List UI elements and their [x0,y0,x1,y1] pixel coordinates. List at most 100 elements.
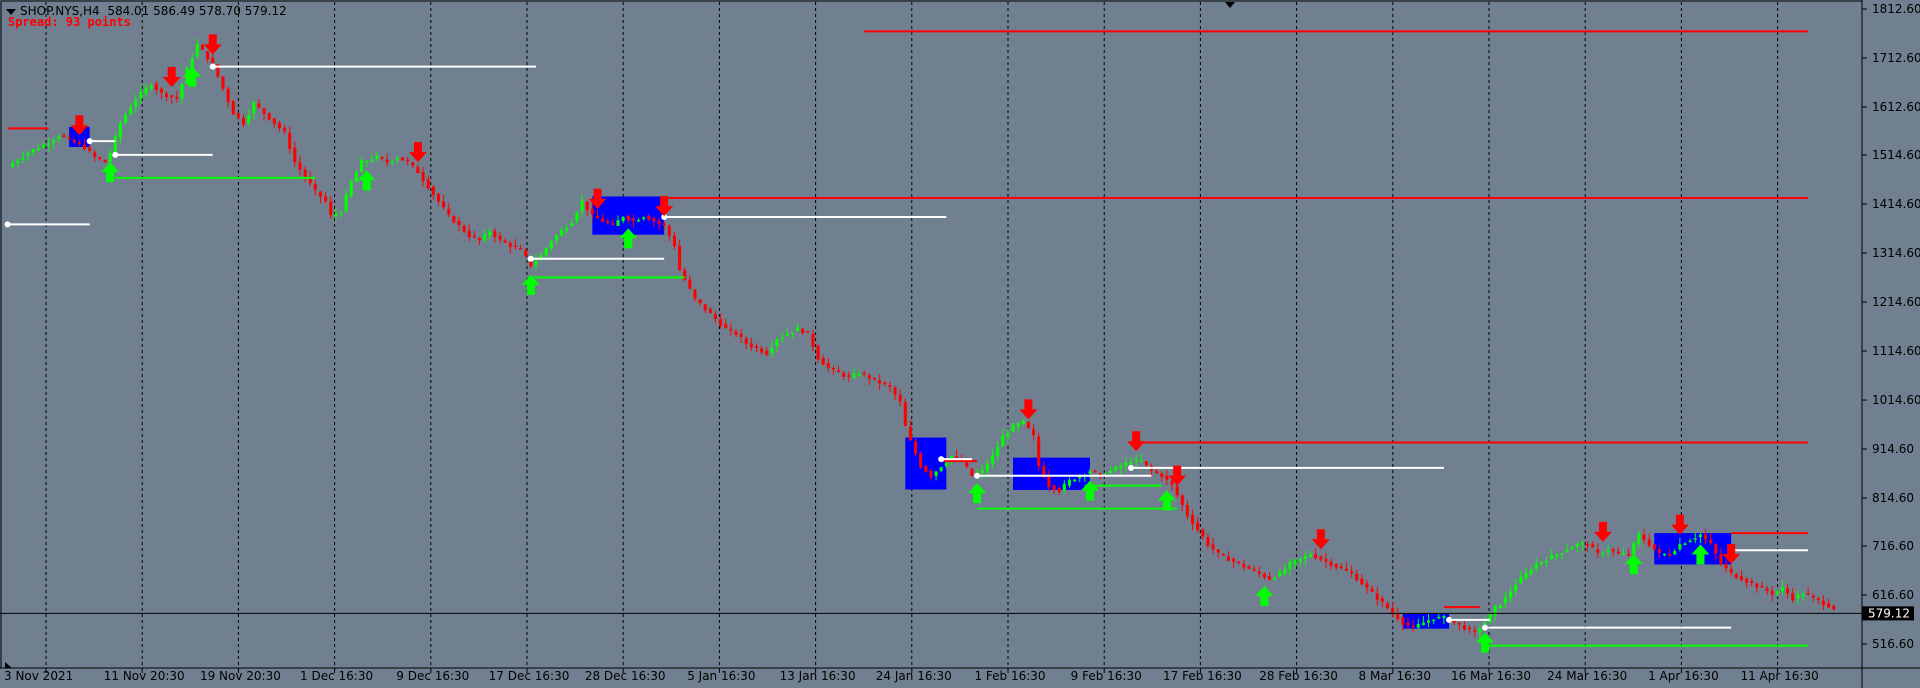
bear-candle [1832,605,1836,610]
bear-candle [1221,554,1225,556]
bear-candle [1385,603,1390,609]
chart-area[interactable]: 1812.60 1712.60 1612.60 1514.60 1414.60 1314.… [0,0,1920,688]
bear-candle [1170,480,1174,485]
bull-candle [990,455,995,464]
y-tick-label: 1014.60 [1872,393,1920,407]
bear-candle [313,184,317,190]
bull-candle [57,136,61,139]
bear-candle [170,95,174,98]
bear-candle [493,230,497,238]
bull-candle [1478,628,1482,633]
bear-candle [872,377,877,380]
bear-candle [1052,485,1056,490]
bull-candle [1114,466,1118,471]
bull-candle [31,149,35,153]
bear-candle [165,93,169,98]
bear-candle [1791,593,1795,601]
bull-candle [534,260,538,266]
bear-candle [1216,549,1220,553]
dropdown-triangle-icon[interactable] [6,8,16,15]
bull-candle [554,235,558,241]
bear-candle [1391,608,1395,614]
bull-candle [1544,560,1549,563]
bear-candle [411,162,415,166]
bear-candle [1806,593,1810,595]
bear-candle [929,470,933,478]
x-tick-label: 9 Dec 16:30 [396,669,469,683]
bear-candle [1257,571,1261,574]
bear-candle [821,358,825,365]
bull-candle [139,91,143,99]
bear-candle [924,465,928,472]
bear-candle [847,375,851,377]
bear-candle [662,223,666,226]
x-tick-label: 9 Feb 16:30 [1071,669,1142,683]
chart-shift-icon [5,662,12,668]
bear-candle [1355,573,1359,581]
bear-candle [1334,563,1338,568]
bear-candle [293,147,297,163]
bull-candle [621,217,625,221]
ohlc-values: 584.01 586.49 578.70 579.12 [107,4,287,18]
bull-candle [1119,465,1123,469]
scroll-marker-icon [1225,2,1235,8]
bear-candle [380,157,384,159]
bear-candle [1668,554,1672,556]
x-tick-label: 5 Jan 16:30 [687,669,755,683]
bull-candle [365,160,369,163]
bear-candle [426,179,430,189]
bear-candle [1344,568,1348,571]
bull-candle [852,373,856,378]
bull-candle [1509,591,1513,599]
bear-candle [1724,563,1728,569]
bull-candle [1298,558,1302,562]
bull-candle [1801,594,1805,596]
bear-candle [1734,573,1738,578]
bull-candle [1088,471,1092,474]
bear-candle [1365,583,1369,588]
bear-candle [893,387,897,395]
bear-candle [226,88,230,102]
bear-candle [842,372,846,377]
bull-candle [1129,462,1133,465]
bear-candle [1739,576,1743,581]
bear-candle [1319,556,1323,560]
bear-candle [1144,461,1148,465]
bull-candle [1775,590,1779,594]
bear-candle [1339,566,1343,569]
candlestick-chart[interactable]: 1812.60 1712.60 1612.60 1514.60 1414.60 1314.… [0,0,1920,688]
bear-candle [318,191,323,197]
bear-candle [713,314,718,319]
x-tick-label: 17 Dec 16:30 [489,669,570,683]
y-tick-label: 616.60 [1872,588,1914,602]
spread-label: Spread: 93 points [8,15,131,29]
buy-arrow-icon [1475,632,1494,653]
bear-candle [816,345,820,360]
y-tick-label: 716.60 [1872,539,1914,553]
x-tick-label: 19 Nov 20:30 [200,669,281,683]
bear-candle [703,304,707,311]
bear-candle [298,162,302,170]
bull-candle [354,171,358,182]
bear-candle [631,218,635,221]
bear-candle [93,152,97,157]
buy-arrow-icon [357,170,376,191]
bull-candle [1693,538,1697,540]
bear-candle [1380,598,1384,602]
level-anchor-dot [1481,624,1488,631]
bull-candle [1073,479,1077,482]
bull-candle [21,157,25,160]
level-anchor-dot [527,255,534,262]
bear-candle [1462,625,1466,630]
bull-candle [334,213,338,217]
bear-candle [734,331,738,335]
bear-candle [524,250,528,257]
current-price-label: 579.12 [1868,606,1910,620]
buy-arrow-icon [968,483,987,504]
supply-demand-zone [905,437,947,490]
bear-candle [1160,473,1164,478]
bear-candle [955,456,959,458]
bull-candle [1293,559,1297,564]
bull-candle [483,233,487,241]
bear-candle [1047,475,1051,488]
